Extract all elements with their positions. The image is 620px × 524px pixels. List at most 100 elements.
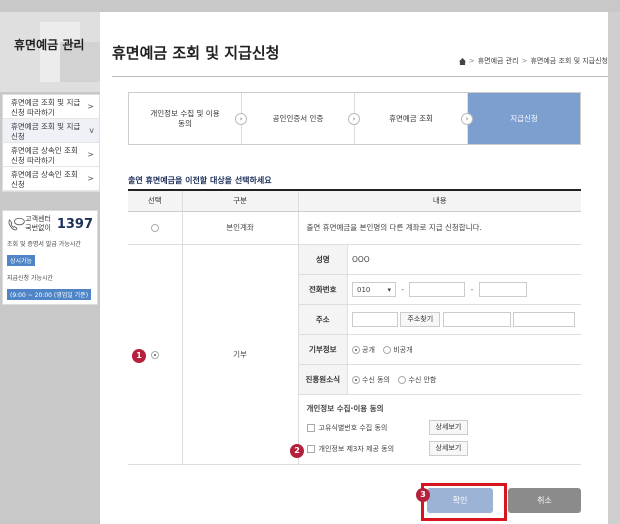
phone-chat-icon — [8, 217, 25, 231]
sidebar: 휴면예금 관리 휴면예금 조회 및 지급신청 따라하기 > 휴면예금 조회 및 … — [0, 12, 100, 524]
consent-label: 고유식별번호 수집 동의 — [318, 423, 388, 432]
step-label: 휴면예금 조회 — [389, 113, 433, 123]
sidebar-item-guide[interactable]: 휴면예금 조회 및 지급신청 따라하기 > — [3, 95, 99, 119]
disclose-label: 공개 — [362, 345, 375, 354]
cs-payout-badge: (9:00 ~ 20:00 (영업일 기준) — [7, 289, 92, 300]
cs-label: 고객센터 국번없이 — [25, 215, 51, 232]
promo-agree-label: 수신 동의 — [362, 375, 390, 384]
consent-label: 개인정보 제3자 제공 동의 — [318, 444, 395, 453]
step-label: 공인인증서 인증 — [272, 113, 324, 123]
consent-heading: 개인정보 수집·이용 동의 — [306, 404, 384, 413]
phone-last-input[interactable] — [478, 282, 527, 297]
step-marker-1: 1 — [132, 349, 146, 363]
chevron-right-icon: › — [461, 113, 473, 125]
phone-dash: - — [401, 285, 404, 294]
address-search-button[interactable]: 주소찾기 — [400, 312, 441, 327]
own-account-radio[interactable] — [150, 224, 159, 232]
table-header-row: 선택 구분 내용 — [128, 189, 581, 212]
step-marker-3: 3 — [416, 488, 430, 502]
name-label: 성명 — [298, 244, 348, 275]
chevron-right-icon: › — [235, 113, 247, 125]
disclose-radio[interactable] — [352, 345, 360, 354]
third-party-consent-checkbox[interactable] — [306, 444, 315, 453]
step-apply: 지급신청 — [468, 93, 580, 144]
donation-form: 성명 OOO 전화번호 010 ▾ - - 주소 주소찾기 기부정보 공개 비공… — [298, 244, 581, 395]
step-label: 지급신청 — [510, 113, 538, 123]
sidebar-item-label: 휴면예금 조회 및 지급신청 — [11, 122, 81, 141]
column-header: 내용 — [297, 189, 581, 212]
target-table: 선택 구분 내용 본인계좌 출연 휴면예금을 본인명의 다른 계좌로 지급 신청… — [128, 189, 581, 465]
cancel-button[interactable]: 취소 — [508, 488, 581, 513]
name-value: OOO — [347, 244, 581, 275]
breadcrumb: > 휴면예금 관리 > 휴면예금 조회 및 지급신청 — [458, 56, 608, 66]
promo-agree-radio[interactable] — [352, 375, 360, 384]
sidebar-title: 휴면예금 관리 — [14, 38, 85, 52]
page-title: 휴면예금 조회 및 지급신청 — [112, 44, 280, 62]
table-row: 기부 성명 OOO 전화번호 010 ▾ - - 주소 주소찾기 기부정보 공개… — [128, 244, 581, 465]
chevron-right-icon: > — [87, 150, 94, 159]
cs-hours-label: 조회 및 증명서 발급 가능시간 — [7, 241, 81, 248]
row-kind: 본인계좌 — [181, 211, 298, 245]
row-content: 출연 휴면예금을 본인명의 다른 계좌로 지급 신청합니다. — [297, 211, 581, 245]
nondisclose-radio[interactable] — [383, 345, 392, 354]
step-inquiry: 휴면예금 조회 › — [355, 93, 473, 144]
step-consent: 개인정보 수집 및 이용동의 › — [129, 93, 247, 144]
breadcrumb-separator: > — [521, 57, 528, 65]
phone-middle-input[interactable] — [409, 282, 466, 297]
home-icon[interactable] — [458, 57, 466, 65]
chevron-down-icon: v — [89, 126, 94, 135]
step-indicator: 개인정보 수집 및 이용동의 › 공인인증서 인증 › 휴면예금 조회 › 지급… — [128, 92, 581, 145]
sidebar-item-label: 휴면예금 상속인 조회신청 — [11, 170, 78, 189]
row-kind: 기부 — [181, 244, 298, 465]
cs-payout-label: 지급신청 가능시간 — [7, 275, 54, 282]
promo-label: 진흥원소식 — [298, 364, 348, 395]
phone-dash: - — [470, 285, 474, 294]
address-detail-input[interactable] — [512, 312, 575, 327]
consent-row: 고유식별번호 수집 동의 상세보기 — [299, 414, 582, 435]
sidebar-item-heir-apply[interactable]: 휴면예금 상속인 조회신청 > — [3, 167, 99, 191]
section-heading: 출연 휴면예금을 이전할 대상을 선택하세요 — [128, 176, 272, 185]
phone-prefix-select[interactable]: 010 ▾ — [352, 282, 396, 297]
address-input[interactable] — [442, 312, 511, 327]
table-row: 본인계좌 출연 휴면예금을 본인명의 다른 계좌로 지급 신청합니다. — [128, 211, 581, 245]
chevron-down-icon: ▾ — [387, 285, 391, 294]
breadcrumb-separator: > — [468, 57, 475, 65]
phone-prefix-value: 010 — [357, 285, 371, 294]
sidebar-item-apply[interactable]: 휴면예금 조회 및 지급신청 v — [3, 119, 99, 143]
sidebar-item-heir-guide[interactable]: 휴면예금 상속인 조회신청 따라하기 > — [3, 143, 99, 167]
detail-button[interactable]: 상세보기 — [428, 420, 469, 435]
step-marker-2: 2 — [290, 444, 304, 458]
receipt-label: 기부정보 — [298, 334, 348, 365]
breadcrumb-item[interactable]: 휴면예금 관리 — [478, 56, 519, 66]
main-content: 휴면예금 조회 및 지급신청 > 휴면예금 관리 > 휴면예금 조회 및 지급신… — [100, 12, 620, 524]
sidebar-item-label: 휴면예금 조회 및 지급신청 따라하기 — [11, 98, 81, 117]
chevron-right-icon: › — [348, 113, 360, 125]
sidebar-menu: 휴면예금 조회 및 지급신청 따라하기 > 휴면예금 조회 및 지급신청 v 휴… — [2, 94, 100, 192]
column-header: 구분 — [181, 189, 298, 212]
cs-number: 1397 — [56, 216, 93, 232]
scrollbar[interactable] — [608, 12, 620, 524]
donation-radio[interactable] — [150, 350, 159, 359]
promo-decline-label: 수신 안함 — [408, 375, 437, 384]
confirm-button[interactable]: 확인 — [427, 488, 493, 513]
detail-button[interactable]: 상세보기 — [428, 441, 469, 456]
step-label: 개인정보 수집 및 이용동의 — [150, 108, 220, 128]
app-frame: 휴면예금 관리 휴면예금 조회 및 지급신청 따라하기 > 휴면예금 조회 및 … — [0, 12, 620, 524]
unique-id-consent-checkbox[interactable] — [306, 423, 315, 432]
cs-hours-badge: 상시가능 — [7, 255, 36, 266]
column-header: 선택 — [128, 189, 182, 212]
title-divider — [112, 76, 608, 77]
step-certificate: 공인인증서 인증 › — [242, 93, 360, 144]
customer-center-box: 고객센터 국번없이 1397 조회 및 증명서 발급 가능시간 상시가능 지급신… — [2, 210, 98, 305]
chevron-right-icon: > — [87, 174, 94, 183]
nondisclose-label: 비공개 — [393, 345, 413, 354]
chevron-right-icon: > — [87, 102, 94, 111]
promo-decline-radio[interactable] — [398, 375, 407, 384]
zipcode-input[interactable] — [352, 312, 398, 327]
sidebar-header: 휴면예금 관리 — [0, 12, 100, 92]
address-label: 주소 — [298, 304, 348, 335]
consent-row: 개인정보 제3자 제공 동의 상세보기 — [299, 435, 582, 464]
breadcrumb-item[interactable]: 휴면예금 조회 및 지급신청 — [530, 56, 608, 66]
sidebar-item-label: 휴면예금 상속인 조회신청 따라하기 — [11, 146, 78, 165]
phone-label: 전화번호 — [298, 274, 348, 305]
